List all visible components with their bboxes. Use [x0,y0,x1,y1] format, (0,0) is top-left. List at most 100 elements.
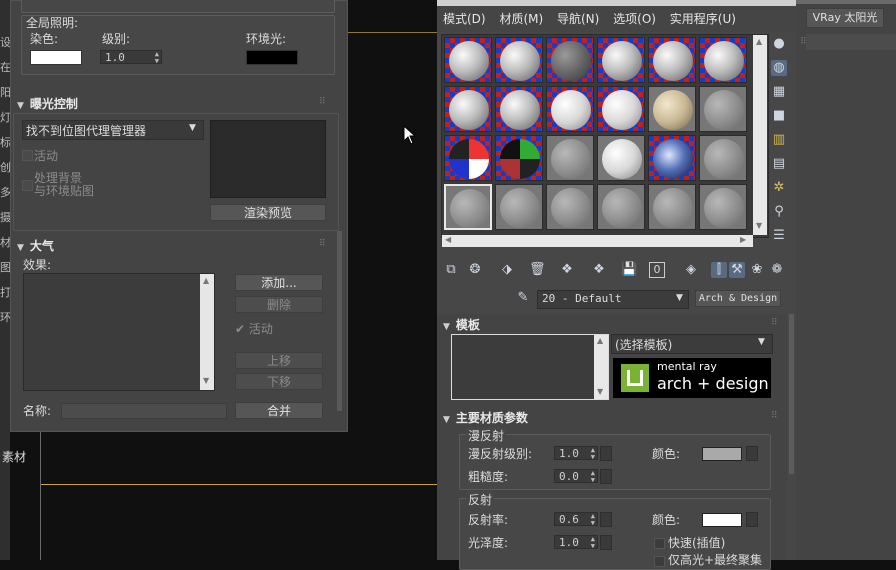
add-effect-button[interactable]: 添加... [235,274,323,291]
material-sample-slot[interactable] [648,184,696,230]
material-map-navigator-icon[interactable]: ☰ [771,228,787,244]
ambient-swatch[interactable] [246,50,298,65]
material-sample-slot[interactable] [444,37,492,83]
material-sample-slot[interactable] [648,135,696,181]
go-to-parent-icon[interactable]: ⚒ [729,262,745,278]
map-slot-button[interactable] [746,512,758,527]
rollout-scrollbar[interactable] [789,314,794,474]
move-up-button[interactable]: 上移 [235,352,323,369]
map-slot-button[interactable] [600,535,612,550]
move-down-button[interactable]: 下移 [235,373,323,390]
map-slot-button[interactable] [600,512,612,527]
put-to-library-icon[interactable]: 💾 [621,262,637,278]
reset-map-icon[interactable]: 🗑 [529,262,546,278]
scroll-up-icon[interactable]: ▲ [597,336,603,345]
options-icon[interactable]: ✲ [771,180,787,196]
material-sample-slot[interactable] [495,184,543,230]
material-sample-slot[interactable] [597,184,645,230]
material-sample-slot[interactable] [495,37,543,83]
spinner-arrows-icon[interactable]: ▲ ▼ [591,536,595,550]
panel-scrollbar[interactable] [337,231,342,411]
slots-horizontal-scrollbar[interactable]: ◀ ▶ [442,235,753,247]
roughness-spinner[interactable]: 0.0 ▲ ▼ [554,469,598,484]
atmosphere-active-check[interactable]: ✔ 活动 [235,320,273,337]
material-sample-slot[interactable] [648,86,696,132]
template-dropdown[interactable]: (选择模板) ▼ [611,334,773,354]
templates-rollout-header[interactable]: ▼ 模板 [443,316,480,333]
eyedropper-icon[interactable]: ✎ [515,290,531,306]
merge-button[interactable]: 合并 [235,402,323,419]
fast-interp-checkbox[interactable] [654,538,665,549]
exposure-active-checkbox[interactable] [22,150,33,161]
material-sample-slot[interactable] [699,184,747,230]
scroll-up-icon[interactable]: ▲ [203,276,209,285]
material-sample-slot[interactable] [699,37,747,83]
template-list-scrollbar[interactable]: ▲ ▼ [594,335,608,399]
render-preview-button[interactable]: 渲染预览 [210,204,326,221]
template-list[interactable]: ▲ ▼ [451,334,609,400]
material-sample-slot[interactable] [699,86,747,132]
sample-type-sphere-icon[interactable]: ● [771,36,787,52]
drag-handle-icon[interactable]: ⠿ [800,37,807,47]
show-shaded-material-icon[interactable]: ◈ [683,262,699,278]
material-name-field[interactable]: 20 - Default ▼ [537,290,689,309]
reflectivity-spinner[interactable]: 0.6 ▲ ▼ [554,512,598,527]
make-copy-icon[interactable]: ❖ [559,262,575,278]
background-checker-icon[interactable]: ▦ [771,84,787,100]
material-sample-slot[interactable] [597,135,645,181]
spinner-arrows-icon[interactable]: ▲ ▼ [155,51,159,65]
material-sample-slot[interactable] [546,184,594,230]
get-material-icon[interactable]: ⧉ [443,262,459,278]
material-sample-slot[interactable] [444,184,492,230]
menu-material[interactable]: 材质(M) [499,12,543,26]
scroll-up-icon[interactable]: ▲ [756,37,762,46]
atmosphere-rollout-header[interactable]: ▼ 大气 [17,237,54,254]
make-preview-icon[interactable]: ▤ [771,156,787,172]
scroll-left-icon[interactable]: ◀ [445,235,451,244]
material-type-button[interactable]: Arch & Design [695,290,781,307]
scroll-right-icon[interactable]: ▶ [740,235,746,244]
map-slot-button[interactable] [600,446,612,461]
vray-sun-button[interactable]: VRay 太阳光 [806,8,884,28]
highlights-fg-checkbox[interactable] [654,556,665,567]
menu-utilities[interactable]: 实用程序(U) [670,12,736,26]
drag-handle-icon[interactable]: ⠿ [319,97,326,107]
glossiness-spinner[interactable]: 1.0 ▲ ▼ [554,535,598,550]
diffuse-color-swatch[interactable] [702,447,742,461]
exposure-rollout-header[interactable]: ▼ 曝光控制 [17,95,78,112]
scroll-down-icon[interactable]: ▼ [203,376,209,385]
main-params-rollout-header[interactable]: ▼ 主要材质参数 [443,409,528,426]
map-slot-button[interactable] [746,446,758,461]
diffuse-level-spinner[interactable]: 1.0 ▲ ▼ [554,446,598,461]
menu-navigation[interactable]: 导航(N) [557,12,599,26]
assign-to-selection-icon[interactable]: ⬗ [499,262,515,278]
spinner-arrows-icon[interactable]: ▲ ▼ [591,470,595,484]
video-color-check-icon[interactable]: ▥ [771,132,787,148]
spinner-arrows-icon[interactable]: ▲ ▼ [591,513,595,527]
material-sample-slot[interactable] [495,86,543,132]
effects-scrollbar[interactable]: ▲ ▼ [200,274,214,390]
spinner-arrows-icon[interactable]: ▲ ▼ [591,447,595,461]
menu-mode[interactable]: 模式(D) [443,12,486,26]
material-sample-slot[interactable] [546,135,594,181]
show-end-result-icon[interactable]: ⫿ [711,262,727,278]
drag-handle-icon[interactable]: ⠿ [319,239,326,249]
menu-options[interactable]: 选项(O) [613,12,656,26]
pick-material-icon[interactable]: ❁ [769,262,785,278]
effect-name-input[interactable] [61,403,227,419]
material-sample-slot[interactable] [444,135,492,181]
delete-effect-button[interactable]: 删除 [235,296,323,313]
sample-uv-tiling-icon[interactable]: ■ [771,108,787,124]
tint-swatch[interactable] [30,50,82,65]
drag-handle-icon[interactable]: ⠿ [771,411,778,421]
material-sample-slot[interactable] [546,86,594,132]
material-sample-slot[interactable] [444,86,492,132]
material-sample-slot[interactable] [648,37,696,83]
go-forward-sibling-icon[interactable]: ❀ [749,262,765,278]
material-sample-slot[interactable] [597,37,645,83]
scroll-down-icon[interactable]: ▼ [597,387,603,396]
material-sample-slot[interactable] [495,135,543,181]
material-id-channel-icon[interactable]: 0 [649,262,665,278]
backlight-icon[interactable]: ◍ [771,60,787,76]
material-sample-slot[interactable] [699,135,747,181]
